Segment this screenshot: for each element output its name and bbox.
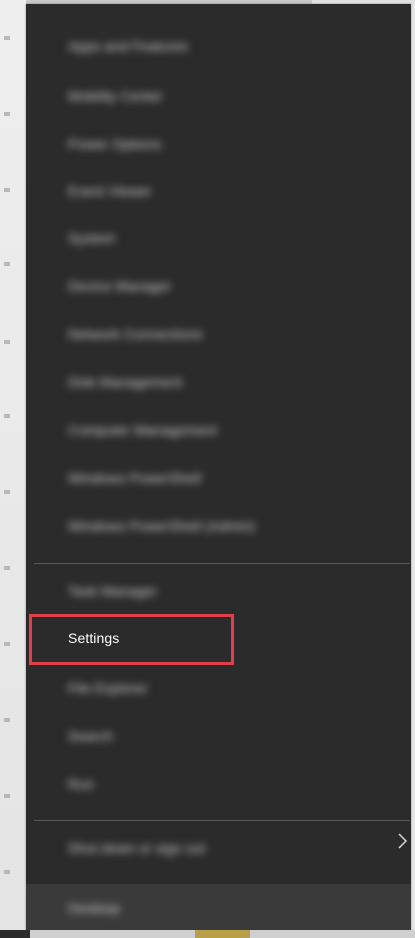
background-mark [4,340,10,344]
menu-item-event-viewer[interactable]: Event Viewer [26,169,411,217]
background-mark [4,262,10,266]
background-mark [4,566,10,570]
taskbar-edge [0,930,415,938]
menu-item-label: File Explorer [68,680,148,696]
menu-item-windows-powershell[interactable]: Windows PowerShell [26,456,411,504]
menu-item-windows-powershell-admin[interactable]: Windows PowerShell (Admin) [26,504,411,552]
background-mark [4,718,10,722]
settings-highlight-box [29,614,234,665]
menu-item-task-manager[interactable]: Task Manager [26,569,411,617]
menu-item-label: Apps and Features [68,38,188,54]
menu-separator [34,563,410,564]
menu-item-desktop[interactable]: Desktop [26,884,411,934]
quick-link-menu: Apps and Features Mobility Center Power … [26,4,411,934]
menu-item-label: Windows PowerShell [68,470,202,486]
menu-item-system[interactable]: System [26,216,411,264]
menu-item-label: Run [68,776,94,792]
menu-item-mobility-center[interactable]: Mobility Center [26,74,411,122]
menu-item-device-manager[interactable]: Device Manager [26,264,411,312]
menu-item-label: Disk Management [68,374,183,390]
menu-item-search[interactable]: Search [26,714,411,762]
menu-item-computer-management[interactable]: Computer Management [26,408,411,456]
menu-item-label: Network Connections [68,326,203,342]
background-mark [4,870,10,874]
background-mark [4,36,10,40]
menu-item-file-explorer[interactable]: File Explorer [26,666,411,714]
menu-item-label: System [68,230,116,246]
background-mark [4,414,10,418]
background-mark [4,794,10,798]
menu-separator [34,820,410,821]
menu-item-label: Computer Management [68,422,217,438]
menu-item-label: Shut down or sign out [68,840,206,856]
menu-item-disk-management[interactable]: Disk Management [26,360,411,408]
background-mark [4,490,10,494]
chevron-right-icon [398,833,408,849]
menu-item-shut-down-or-sign-out[interactable]: Shut down or sign out [26,826,411,874]
menu-item-label: Windows PowerShell (Admin) [68,518,255,534]
menu-item-label: Power Options [68,136,162,152]
background-mark [4,642,10,646]
menu-item-label: Event Viewer [68,183,152,199]
menu-item-power-options[interactable]: Power Options [26,122,411,170]
menu-item-label: Search [68,728,113,744]
menu-item-label: Desktop [68,900,121,916]
menu-item-label: Device Manager [68,278,172,294]
background-mark [4,188,10,192]
background-mark [4,112,10,116]
menu-item-label: Mobility Center [68,88,163,104]
menu-item-network-connections[interactable]: Network Connections [26,312,411,360]
taskbar-edge-dark [0,930,30,938]
background-window-edge [0,0,26,938]
menu-item-run[interactable]: Run [26,762,411,810]
menu-item-label: Task Manager [68,583,158,599]
taskbar-edge-accent [195,930,250,938]
menu-item-apps-and-features[interactable]: Apps and Features [26,24,411,72]
